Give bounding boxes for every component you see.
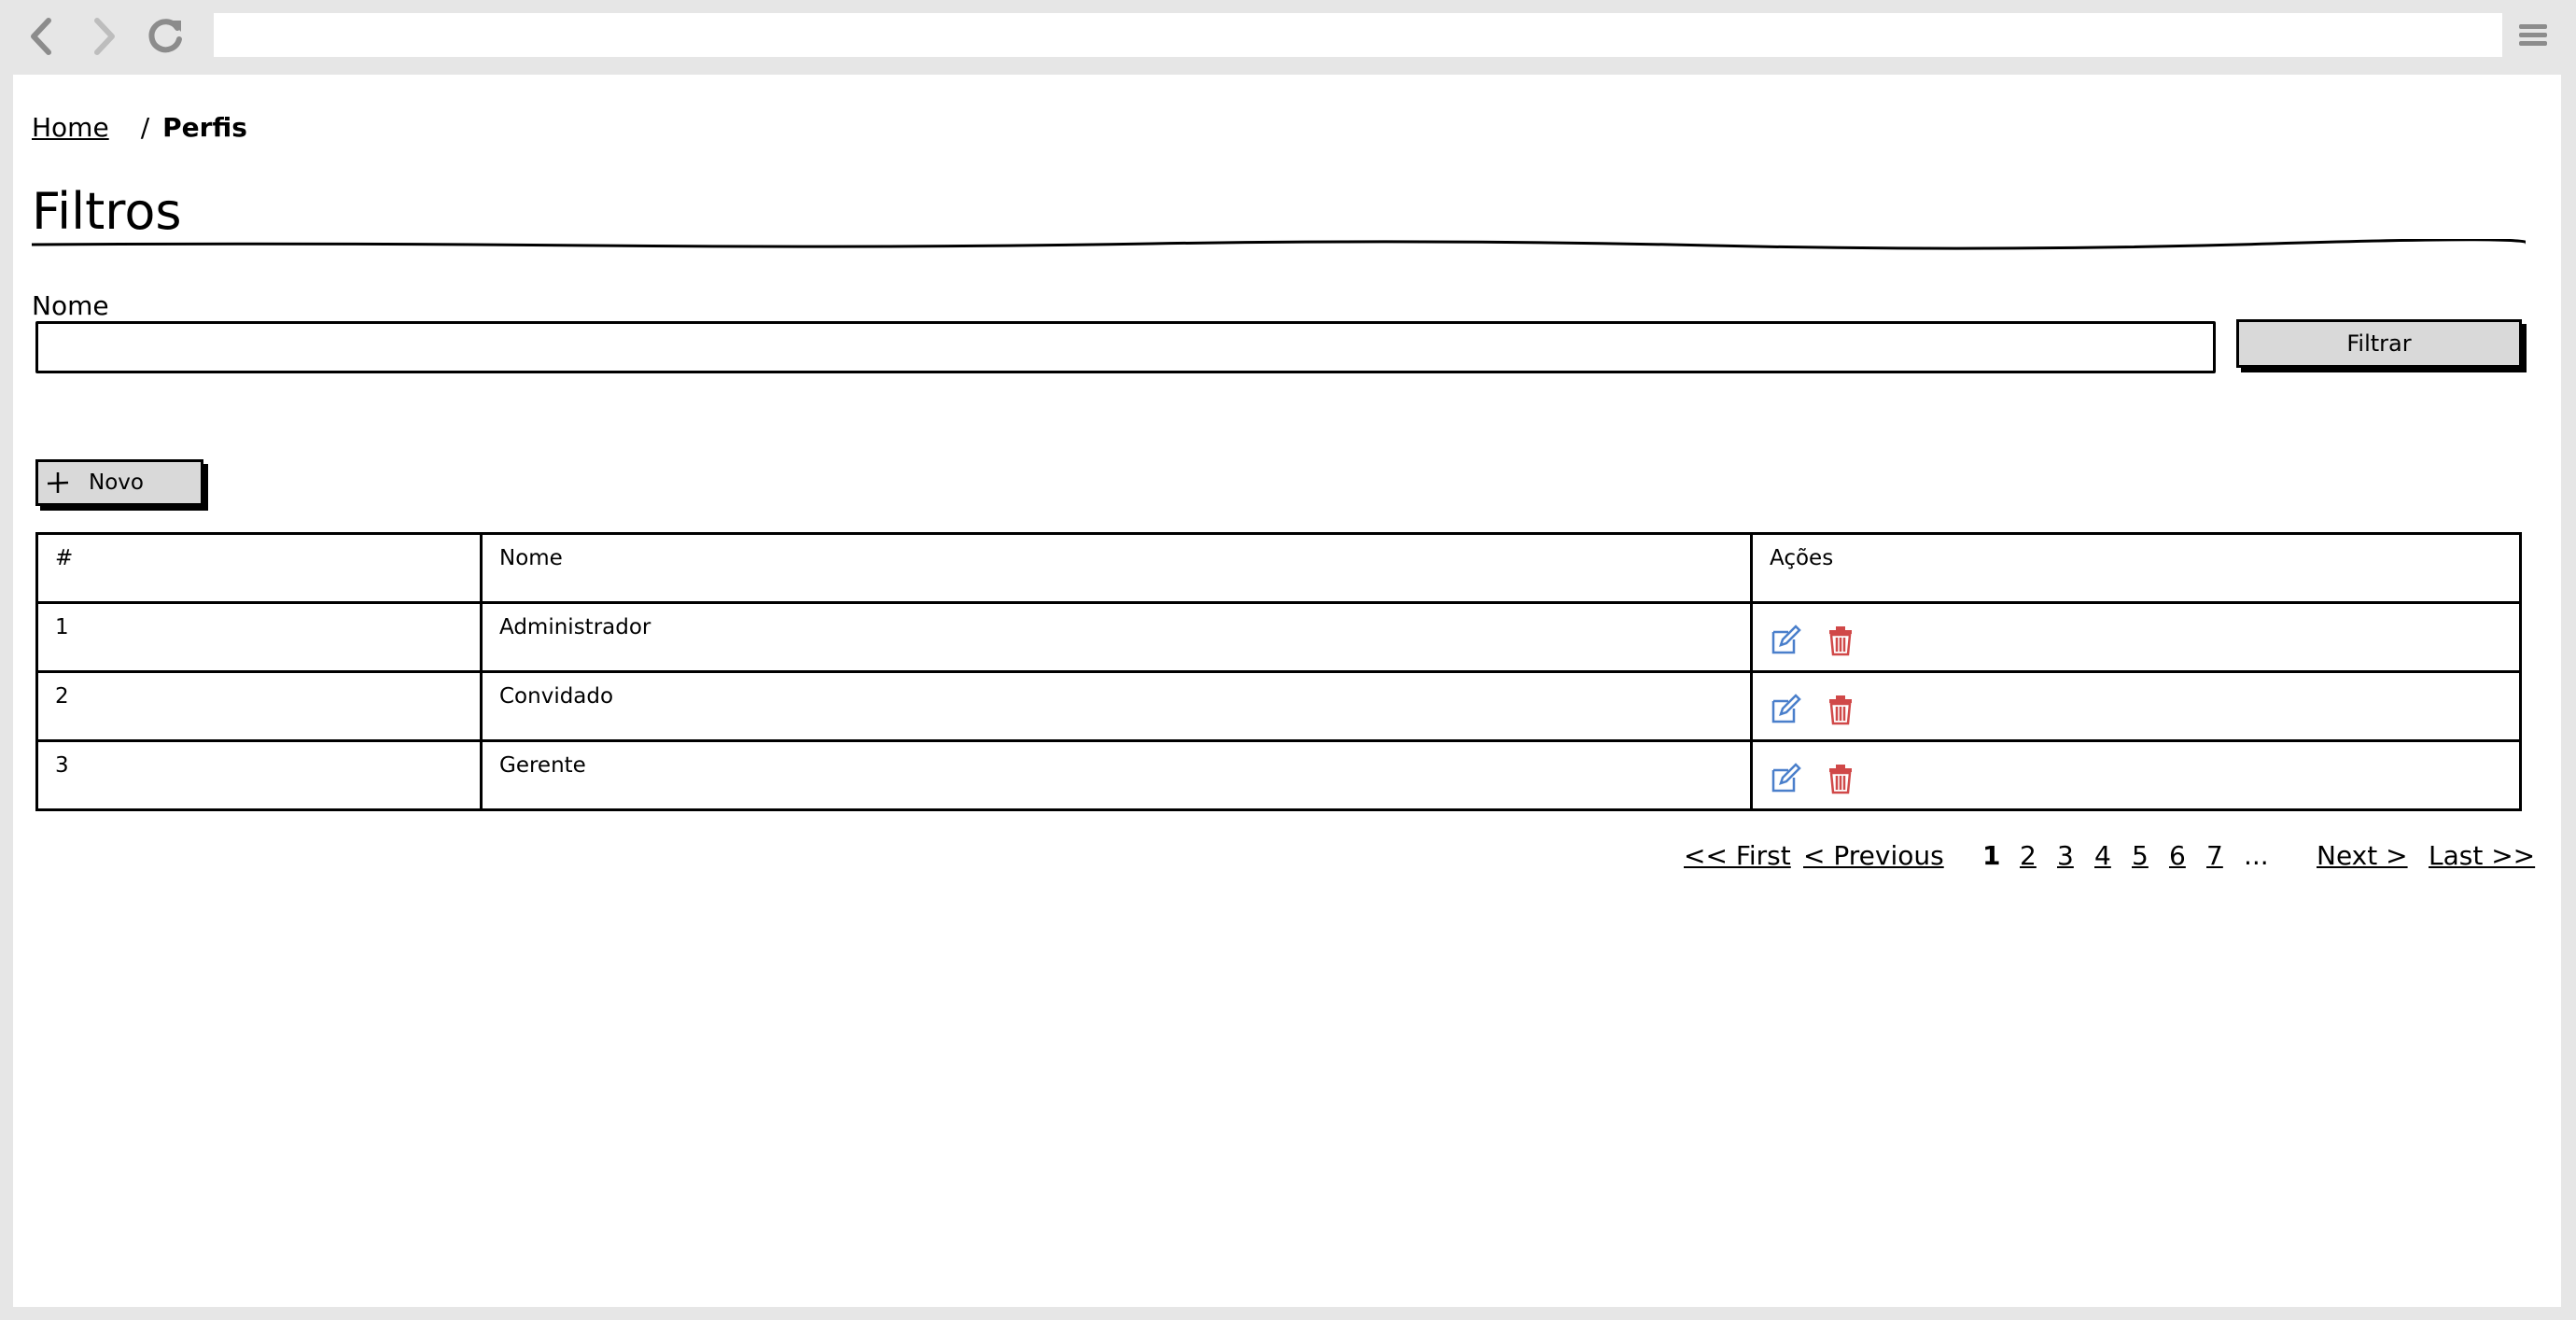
column-header-id: # [35, 532, 483, 604]
pagination-page-6[interactable]: 6 [2169, 840, 2186, 871]
row-id: 3 [35, 739, 483, 811]
filters-title: Filtros [32, 182, 182, 241]
pagination-first[interactable]: << First [1684, 840, 1791, 871]
row-actions [1750, 739, 2522, 811]
row-name: Convidado [480, 670, 1753, 742]
edit-icon[interactable] [1770, 694, 1801, 725]
column-header-name: Nome [480, 532, 1753, 604]
pagination-page-7[interactable]: 7 [2206, 840, 2223, 871]
table-header-row: # Nome Ações [35, 532, 2522, 604]
reload-button[interactable] [142, 13, 189, 60]
forward-button[interactable] [80, 13, 127, 60]
pagination-page-4[interactable]: 4 [2094, 840, 2111, 871]
row-actions [1750, 601, 2522, 673]
plus-icon [47, 472, 69, 493]
filter-button[interactable]: Filtrar [2236, 319, 2522, 368]
trash-icon[interactable] [1825, 625, 1856, 656]
column-header-actions: Ações [1750, 532, 2522, 604]
hamburger-menu-icon[interactable] [2516, 19, 2550, 52]
profiles-table: # Nome Ações 1 Administrador 2 Convidado… [35, 532, 2522, 811]
edit-icon[interactable] [1770, 763, 1801, 794]
pagination-ellipsis: ... [2244, 840, 2269, 871]
new-profile-button[interactable]: Novo [35, 459, 203, 506]
chevron-right-icon [94, 18, 115, 55]
pagination-page-3[interactable]: 3 [2057, 840, 2074, 871]
trash-icon[interactable] [1825, 763, 1856, 794]
table-row: 1 Administrador [35, 601, 2522, 673]
reload-icon [148, 19, 182, 53]
breadcrumb-home-link[interactable]: Home [32, 112, 109, 143]
pagination-page-2[interactable]: 2 [2020, 840, 2037, 871]
back-button[interactable] [19, 13, 65, 60]
edit-icon[interactable] [1770, 625, 1801, 656]
breadcrumb-separator: / [140, 112, 150, 143]
chevron-left-icon [31, 18, 51, 55]
page-viewport: Home / Perfis Filtros Nome Filtrar Novo … [13, 75, 2561, 1307]
breadcrumb: Home / Perfis [32, 112, 247, 143]
trash-icon[interactable] [1825, 694, 1856, 725]
name-filter-input[interactable] [35, 321, 2216, 373]
pagination-previous[interactable]: < Previous [1803, 840, 1944, 871]
table-row: 3 Gerente [35, 739, 2522, 811]
pagination-last[interactable]: Last >> [2429, 840, 2535, 871]
url-bar[interactable] [214, 13, 2502, 57]
pagination: << First < Previous 1 2 3 4 5 6 7 ... Ne… [13, 840, 2561, 878]
row-id: 2 [35, 670, 483, 742]
pagination-page-5[interactable]: 5 [2132, 840, 2149, 871]
name-filter-label: Nome [32, 290, 109, 321]
row-name: Gerente [480, 739, 1753, 811]
new-profile-label: Novo [89, 470, 144, 495]
row-name: Administrador [480, 601, 1753, 673]
row-actions [1750, 670, 2522, 742]
row-id: 1 [35, 601, 483, 673]
table-row: 2 Convidado [35, 670, 2522, 742]
pagination-next[interactable]: Next > [2317, 840, 2408, 871]
browser-chrome [0, 0, 2576, 73]
pagination-page-1[interactable]: 1 [1982, 840, 2000, 871]
breadcrumb-current: Perfis [162, 112, 247, 143]
title-divider [32, 239, 2526, 250]
